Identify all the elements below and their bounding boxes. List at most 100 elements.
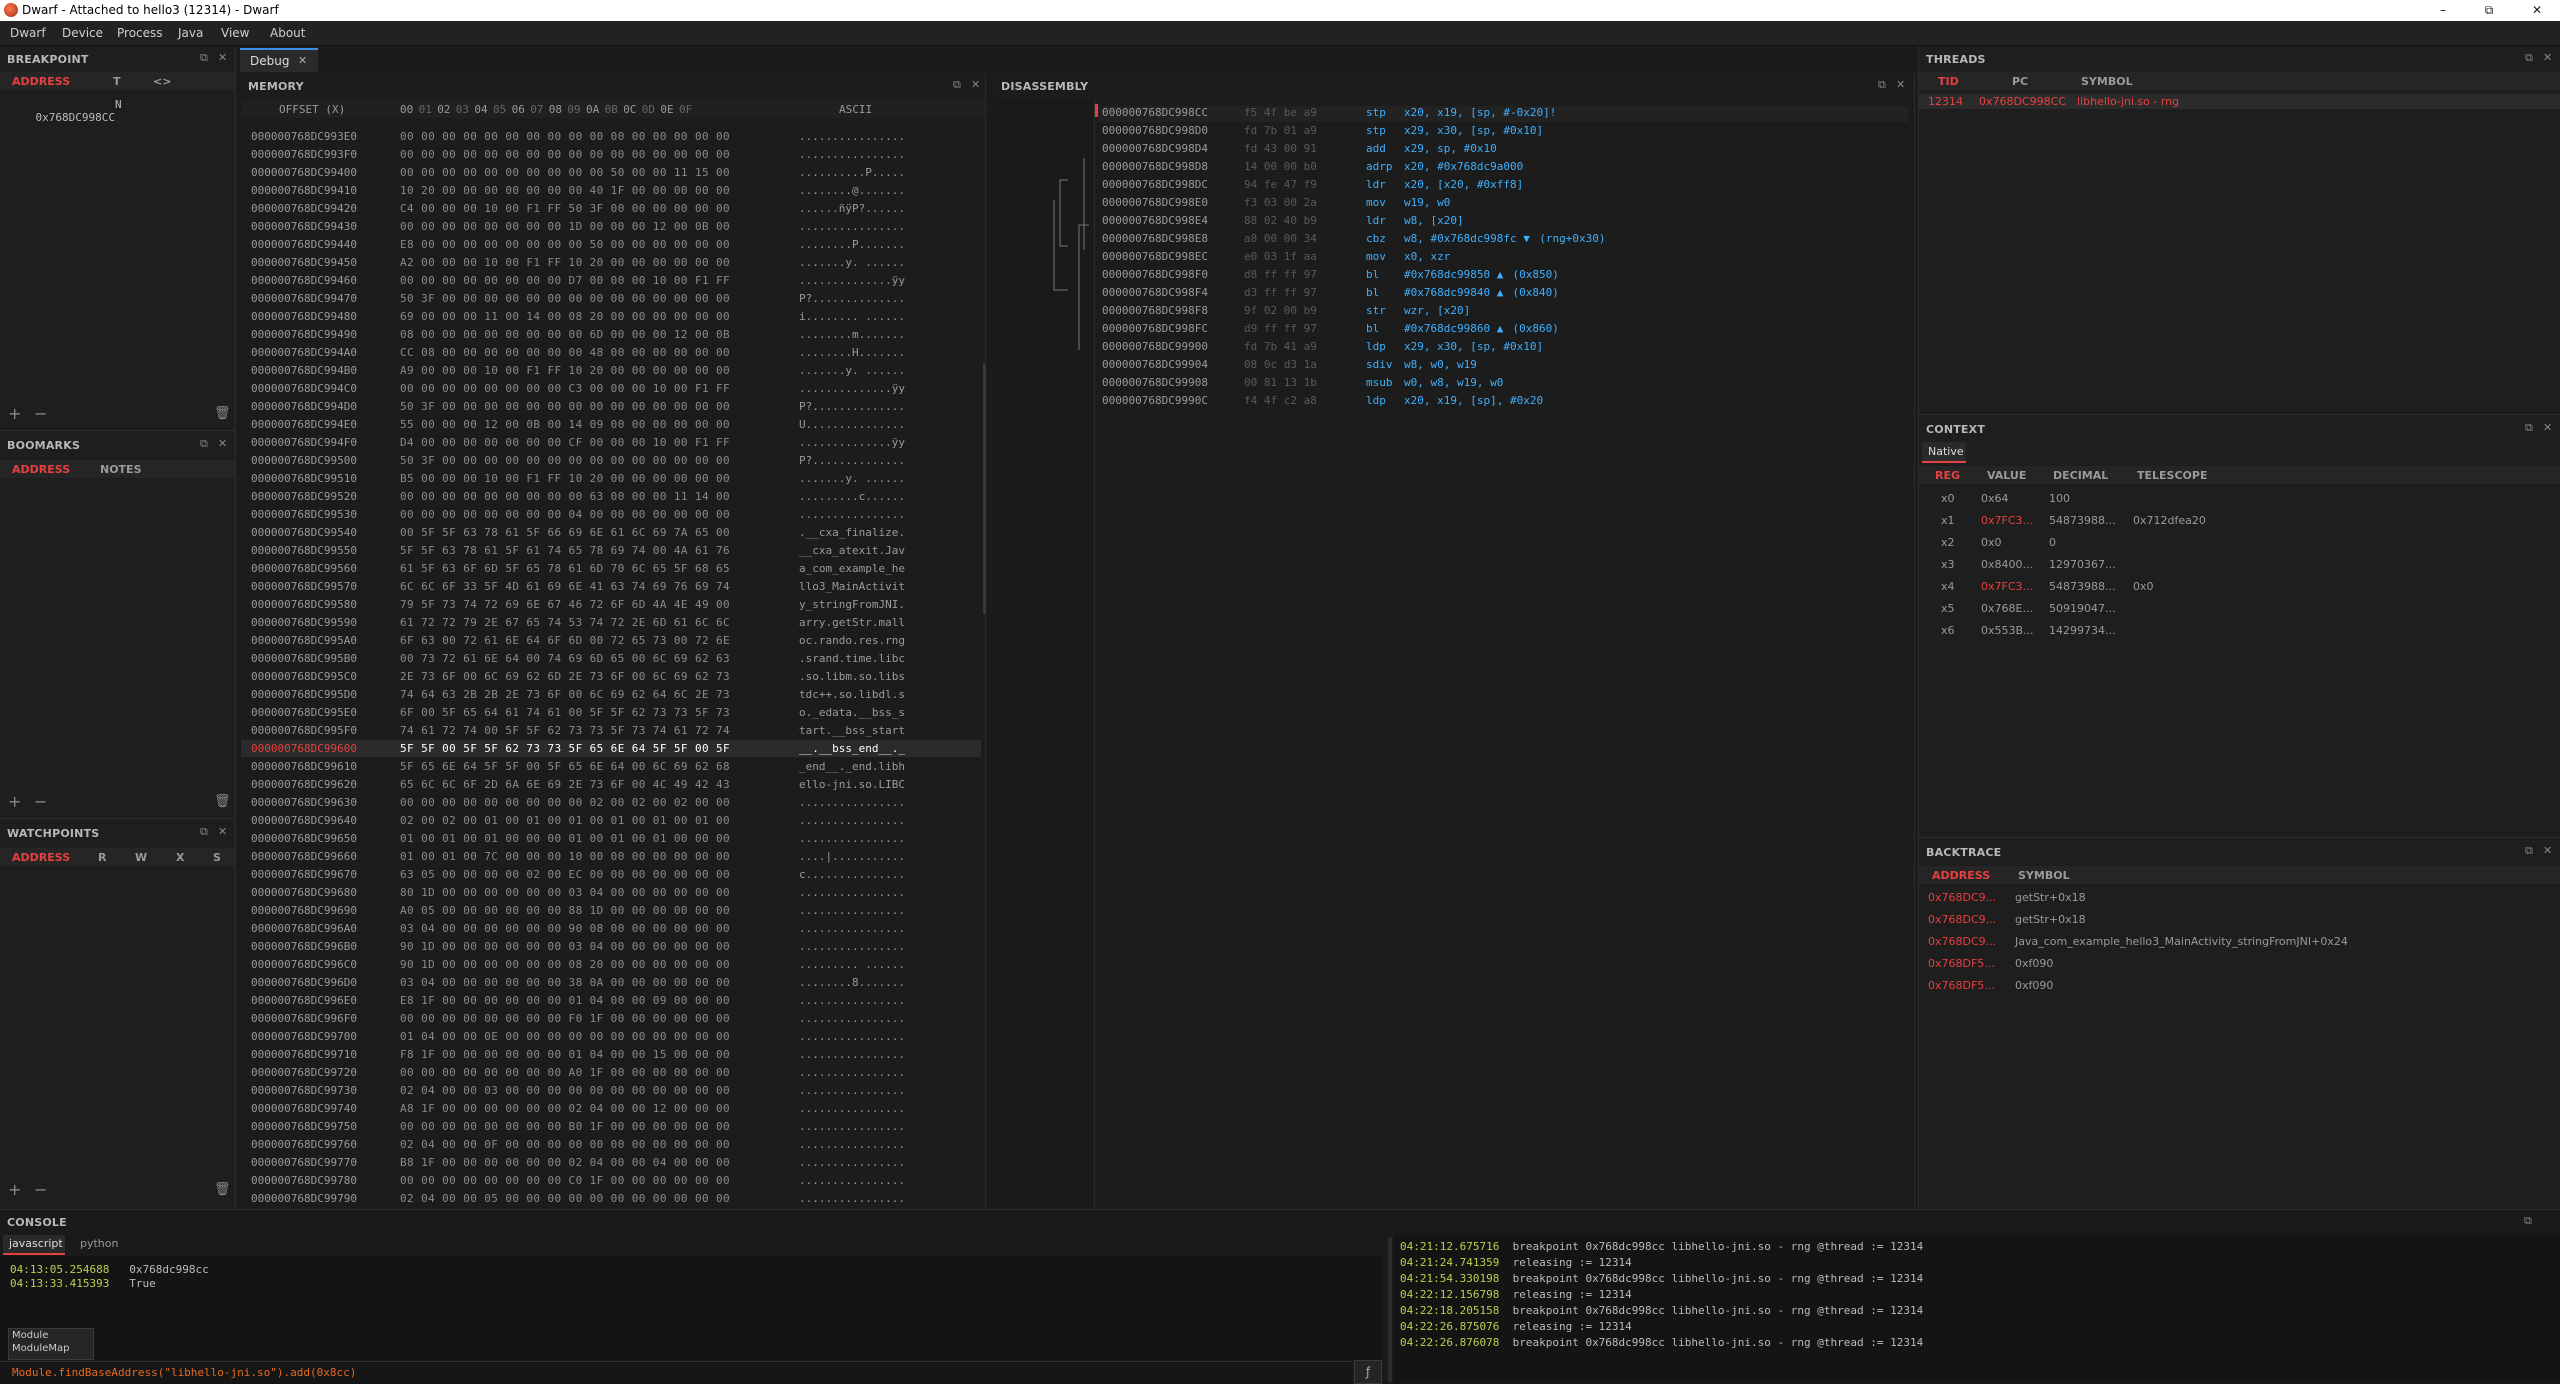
float-icon[interactable]: ⧉ <box>953 78 961 92</box>
table-row[interactable]: 000000768DC99600 5F 5F 00 5F 5F 62 73 73 … <box>241 740 981 757</box>
instruction-row[interactable]: 000000768DC998DC 94 fe 47 f9 ldr x20, [x20,… <box>1098 178 1908 194</box>
float-icon[interactable]: ⧉ <box>200 437 208 451</box>
close-panel-icon[interactable]: ✕ <box>1896 78 1905 91</box>
instruction-row[interactable]: 000000768DC998D8 14 00 00 b0 adrp x20, #0x7… <box>1098 160 1908 176</box>
table-row[interactable]: 000000768DC995C0 2E 73 6F 00 6C 69 62 6D … <box>241 668 981 685</box>
table-row[interactable]: 000000768DC99640 02 00 02 00 01 00 01 00 … <box>241 812 981 829</box>
remove-breakpoint-button[interactable]: − <box>34 404 47 423</box>
col-address[interactable]: ADDRESS <box>12 851 70 864</box>
register-row[interactable]: x4 0x7FC3... 54873988... 0x0 <box>1919 580 2560 596</box>
float-icon[interactable]: ⧉ <box>200 825 208 839</box>
float-icon[interactable]: ⧉ <box>200 51 208 65</box>
table-row[interactable]: 000000768DC99490 08 00 00 00 00 00 00 00 … <box>241 326 981 343</box>
table-row[interactable]: 000000768DC99520 00 00 00 00 00 00 00 00 … <box>241 488 981 505</box>
instruction-row[interactable]: 000000768DC998CC f5 4f be a9 stp x20, x19, … <box>1098 106 1908 122</box>
col-single[interactable]: S <box>213 851 221 864</box>
table-row[interactable]: 000000768DC99400 00 00 00 00 00 00 00 00 … <box>241 164 981 181</box>
table-row[interactable]: 000000768DC99710 F8 1F 00 00 00 00 00 00 … <box>241 1046 981 1063</box>
table-row[interactable]: 000000768DC99740 A8 1F 00 00 00 00 00 00 … <box>241 1100 981 1117</box>
tab-native[interactable]: Native <box>1922 442 1966 463</box>
instruction-row[interactable]: 000000768DC998EC e0 03 1f aa mov x0, xzr <box>1098 250 1908 266</box>
float-icon[interactable]: ⧉ <box>1878 78 1886 92</box>
instruction-row[interactable]: 000000768DC998F4 d3 ff ff 97 bl #0x768dc998… <box>1098 286 1908 302</box>
table-row[interactable]: 000000768DC99730 02 04 00 00 03 00 00 00 … <box>241 1082 981 1099</box>
col-address[interactable]: ADDRESS <box>12 463 70 476</box>
backtrace-row[interactable]: 0x768DC9... Java_com_example_hello3_MainA… <box>1919 935 2560 951</box>
table-row[interactable]: 000000768DC994E0 55 00 00 00 12 00 0B 00 … <box>241 416 981 433</box>
table-row[interactable]: 000000768DC99660 01 00 01 00 7C 00 00 00 … <box>241 848 981 865</box>
col-reg[interactable]: REG <box>1935 469 1960 482</box>
backtrace-row[interactable]: 0x768DC9... getStr+0x18 <box>1919 891 2560 907</box>
close-window-button[interactable]: ✕ <box>2514 0 2560 21</box>
table-row[interactable]: 000000768DC994B0 A9 00 00 00 10 00 F1 FF … <box>241 362 981 379</box>
table-row[interactable]: 000000768DC99650 01 00 01 00 01 00 00 00 … <box>241 830 981 847</box>
table-row[interactable]: 000000768DC994F0 D4 00 00 00 00 00 00 00 … <box>241 434 981 451</box>
close-panel-icon[interactable]: ✕ <box>218 825 227 838</box>
table-row[interactable]: 000000768DC995F0 74 61 72 74 00 5F 5F 62 … <box>241 722 981 739</box>
table-row[interactable]: 000000768DC99750 00 00 00 00 00 00 00 00 … <box>241 1118 981 1135</box>
backtrace-row[interactable]: 0x768DF5... 0xf090 <box>1919 957 2560 973</box>
table-row[interactable]: 000000768DC995A0 6F 63 00 72 61 6E 64 6F … <box>241 632 981 649</box>
instruction-row[interactable]: 000000768DC998E8 a8 00 00 34 cbz w8, #0x768… <box>1098 232 1908 248</box>
table-row[interactable]: 000000768DC99670 63 05 00 00 00 00 02 00 … <box>241 866 981 883</box>
register-row[interactable]: x3 0x8400... 12970367... <box>1919 558 2560 574</box>
register-row[interactable]: x5 0x768E... 50919047... <box>1919 602 2560 618</box>
menu-dwarf[interactable]: Dwarf <box>10 26 46 40</box>
table-row[interactable]: 000000768DC99500 50 3F 00 00 00 00 00 00 … <box>241 452 981 469</box>
table-row[interactable]: 000000768DC996C0 90 1D 00 00 00 00 00 00 … <box>241 956 981 973</box>
menu-view[interactable]: View <box>221 26 249 40</box>
close-panel-icon[interactable]: ✕ <box>218 51 227 64</box>
remove-watchpoint-button[interactable]: − <box>34 1180 47 1199</box>
table-row[interactable]: 000000768DC99620 65 6C 6C 6F 2D 6A 6E 69 … <box>241 776 981 793</box>
function-button[interactable]: ƒ <box>1354 1360 1382 1384</box>
tab-python[interactable]: python <box>72 1235 128 1253</box>
col-address[interactable]: ADDRESS <box>12 75 70 88</box>
instruction-row[interactable]: 000000768DC998D0 fd 7b 01 a9 stp x29, x30, … <box>1098 124 1908 140</box>
trash-icon[interactable]: 🗑 <box>214 794 231 809</box>
table-row[interactable]: 000000768DC99410 10 20 00 00 00 00 00 00 … <box>241 182 981 199</box>
instruction-row[interactable]: 000000768DC998F0 d8 ff ff 97 bl #0x768dc998… <box>1098 268 1908 284</box>
table-row[interactable]: 000000768DC994C0 00 00 00 00 00 00 00 00 … <box>241 380 981 397</box>
instruction-row[interactable]: 000000768DC99900 fd 7b 41 a9 ldp x29, x30, … <box>1098 340 1908 356</box>
register-row[interactable]: x0 0x64 100 <box>1919 492 2560 508</box>
table-row[interactable]: 000000768DC99790 02 04 00 00 05 00 00 00 … <box>241 1190 981 1207</box>
table-row[interactable]: 000000768DC99450 A2 00 00 00 10 00 F1 FF … <box>241 254 981 271</box>
table-row[interactable]: 000000768DC996E0 E8 1F 00 00 00 00 00 00 … <box>241 992 981 1009</box>
table-row[interactable]: 000000768DC993F0 00 00 00 00 00 00 00 00 … <box>241 146 981 163</box>
table-row[interactable]: 000000768DC996D0 03 04 00 00 00 00 00 00 … <box>241 974 981 991</box>
close-panel-icon[interactable]: ✕ <box>971 78 980 91</box>
instruction-row[interactable]: 000000768DC998E0 f3 03 00 2a mov w19, w0 <box>1098 196 1908 212</box>
table-row[interactable]: 000000768DC99570 6C 6C 6F 33 5F 4D 61 69 … <box>241 578 981 595</box>
add-bookmark-button[interactable]: + <box>8 792 21 811</box>
table-row[interactable]: 000000768DC996A0 03 04 00 00 00 00 00 00 … <box>241 920 981 937</box>
col-telescope[interactable]: TELESCOPE <box>2137 469 2207 482</box>
float-icon[interactable]: ⧉ <box>2525 51 2533 65</box>
table-row[interactable]: 000000768DC996B0 90 1D 00 00 00 00 00 00 … <box>241 938 981 955</box>
table-row[interactable]: 000000768DC99580 79 5F 73 74 72 69 6E 67 … <box>241 596 981 613</box>
table-row[interactable]: 000000768DC99720 00 00 00 00 00 00 00 00 … <box>241 1064 981 1081</box>
instruction-row[interactable]: 000000768DC998FC d9 ff ff 97 bl #0x768dc998… <box>1098 322 1908 338</box>
col-read[interactable]: R <box>98 851 106 864</box>
col-type[interactable]: T <box>113 75 121 88</box>
col-write[interactable]: W <box>135 851 147 864</box>
close-tab-icon[interactable]: ✕ <box>298 54 307 67</box>
table-row[interactable]: 000000768DC99530 00 00 00 00 00 00 00 00 … <box>241 506 981 523</box>
table-row[interactable]: 12314 0x768DC998CC libhello-jni.so - rng <box>1919 94 2560 109</box>
float-icon[interactable]: ⧉ <box>2525 844 2533 858</box>
minimize-button[interactable]: – <box>2420 0 2466 21</box>
trash-icon[interactable]: 🗑 <box>214 406 231 421</box>
close-panel-icon[interactable]: ✕ <box>2543 421 2552 434</box>
table-row[interactable]: 000000768DC99690 A0 05 00 00 00 00 00 00 … <box>241 902 981 919</box>
tab-debug[interactable]: Debug ✕ <box>240 48 318 72</box>
menu-process[interactable]: Process <box>117 26 163 40</box>
table-row[interactable]: 000000768DC99770 B8 1F 00 00 00 00 00 00 … <box>241 1154 981 1171</box>
table-row[interactable]: 0x768DC998CC <box>9 98 115 137</box>
table-row[interactable]: 000000768DC99440 E8 00 00 00 00 00 00 00 … <box>241 236 981 253</box>
backtrace-row[interactable]: 0x768DF5... 0xf090 <box>1919 979 2560 995</box>
col-symbol[interactable]: SYMBOL <box>2081 75 2133 88</box>
autocomplete-item[interactable]: Module <box>12 1330 48 1341</box>
close-panel-icon[interactable]: ✕ <box>2543 51 2552 64</box>
table-row[interactable]: 000000768DC99560 61 5F 63 6F 6D 5F 65 78 … <box>241 560 981 577</box>
memory-scrollbar[interactable] <box>983 364 986 614</box>
add-watchpoint-button[interactable]: + <box>8 1180 21 1199</box>
